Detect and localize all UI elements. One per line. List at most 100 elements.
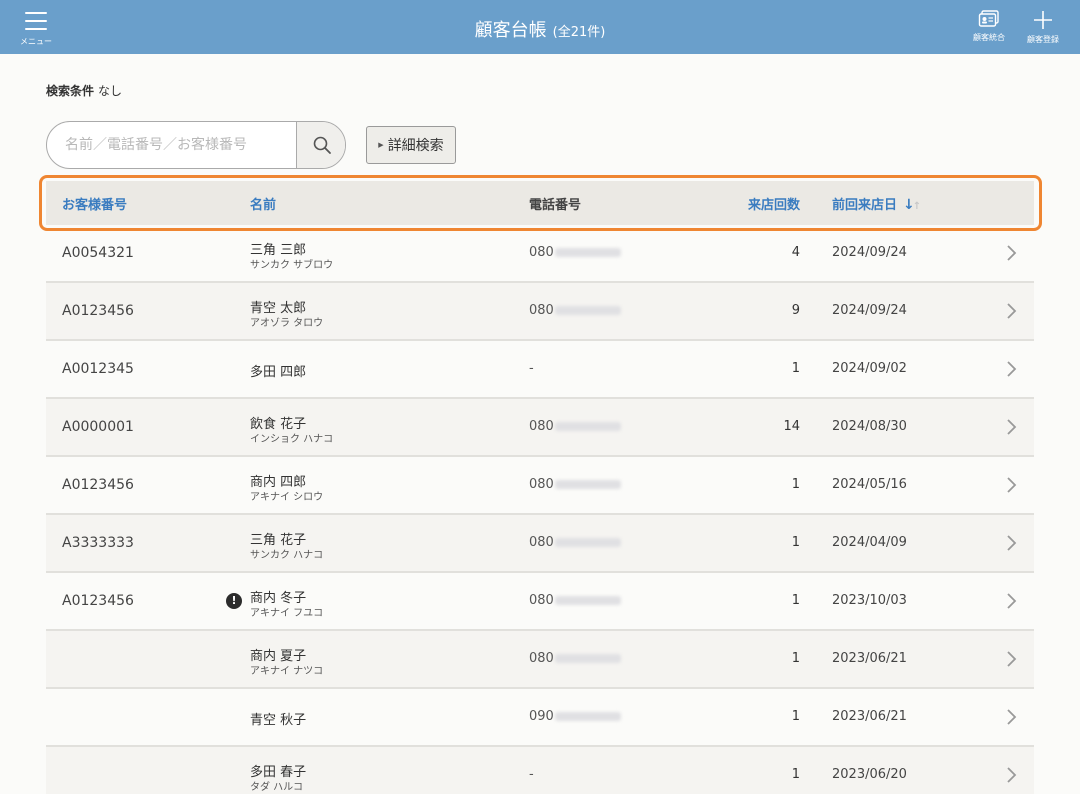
- customer-id: A0054321: [62, 245, 134, 261]
- customer-name-kana: アキナイ シロウ: [250, 492, 324, 503]
- search-box: [46, 121, 346, 169]
- column-header-last-visit-label: 前回来店日: [832, 198, 898, 213]
- customer-phone: 080: [529, 477, 621, 492]
- visit-count: 1: [791, 593, 800, 608]
- table-row[interactable]: 多田 春子 タダ ハルコ -1 2023/06/20: [46, 747, 1034, 794]
- customer-phone: 080: [529, 245, 621, 260]
- phone-prefix: 080: [529, 303, 554, 318]
- last-visit-date: 2024/04/09: [832, 535, 907, 550]
- search-condition-value: なし: [98, 84, 123, 98]
- customer-name-kana: サンカク ハナコ: [250, 550, 324, 561]
- chevron-right-icon: [1007, 303, 1017, 319]
- phone-redacted: [554, 480, 621, 489]
- table-row[interactable]: A0054321 三角 三郎 サンカク サブロウ 080 4 2024/09/24: [46, 225, 1034, 283]
- phone-redacted: [554, 248, 621, 257]
- customer-phone: 080: [529, 419, 621, 434]
- last-visit-date: 2024/08/30: [832, 419, 907, 434]
- chevron-right-icon: [1007, 651, 1017, 667]
- customer-phone: 080: [529, 303, 621, 318]
- last-visit-date: 2024/09/24: [832, 245, 907, 260]
- customer-name-kana: タダ ハルコ: [250, 782, 303, 793]
- column-header-phone: 電話番号: [529, 198, 582, 213]
- visit-count: 14: [783, 419, 800, 434]
- table-header: お客様番号 名前 電話番号 来店回数 前回来店日 ↓↑: [46, 181, 1034, 225]
- phone-redacted: [554, 596, 621, 605]
- warning-icon: !: [226, 593, 242, 609]
- last-visit-date: 2023/10/03: [832, 593, 907, 608]
- phone-redacted: [554, 538, 621, 547]
- visit-count: 9: [791, 303, 800, 318]
- visit-count: 1: [791, 709, 800, 724]
- last-visit-date: 2023/06/21: [832, 709, 907, 724]
- search-icon: [313, 136, 331, 154]
- chevron-right-icon: [1007, 477, 1017, 493]
- advanced-search-label: 詳細検索: [387, 138, 444, 154]
- customer-name-kana: サンカク サブロウ: [250, 260, 334, 271]
- page-title-text: 顧客台帳: [474, 20, 547, 41]
- register-customer-button[interactable]: 顧客登録: [1020, 10, 1066, 48]
- last-visit-date: 2023/06/21: [832, 651, 907, 666]
- column-header-name[interactable]: 名前: [250, 194, 276, 213]
- customer-id: A0123456: [62, 477, 134, 493]
- merge-label: 顧客統合: [973, 33, 1005, 42]
- table-row[interactable]: 商内 夏子 アキナイ ナツコ 080 1 2023/06/21: [46, 631, 1034, 689]
- visit-count: 1: [791, 361, 800, 376]
- customer-id: A0123456: [62, 303, 134, 319]
- phone-redacted: [554, 422, 621, 431]
- id-card-icon: [978, 10, 999, 27]
- triangle-right-icon: ▶: [378, 141, 384, 149]
- last-visit-date: 2024/05/16: [832, 477, 907, 492]
- customer-count: (全21件): [552, 25, 606, 40]
- column-header-id[interactable]: お客様番号: [62, 194, 127, 213]
- table-row[interactable]: A0000001 飲食 花子 インショク ハナコ 080 14 2024/08/30: [46, 399, 1034, 457]
- last-visit-date: 2024/09/02: [832, 361, 907, 376]
- customer-name-kana: アキナイ フユコ: [250, 608, 324, 619]
- table-row[interactable]: A0123456 商内 四郎 アキナイ シロウ 080 1 2024/05/16: [46, 457, 1034, 515]
- phone-prefix: 080: [529, 245, 554, 260]
- phone-prefix: 080: [529, 535, 554, 550]
- phone-prefix: 090: [529, 709, 554, 724]
- top-bar: メニュー 顧客台帳 (全21件) 顧客統合 顧客登録: [0, 0, 1080, 54]
- chevron-right-icon: [1007, 535, 1017, 551]
- customer-phone: -: [529, 361, 534, 376]
- visit-count: 1: [791, 767, 800, 782]
- search-button[interactable]: [296, 122, 345, 168]
- visit-count: 1: [791, 477, 800, 492]
- search-input[interactable]: [47, 122, 297, 168]
- customer-phone: 080: [529, 593, 621, 608]
- chevron-right-icon: [1007, 767, 1017, 783]
- column-header-last-visit[interactable]: 前回来店日 ↓↑: [832, 194, 921, 213]
- phone-prefix: -: [529, 361, 534, 376]
- phone-prefix: 080: [529, 651, 554, 666]
- phone-prefix: 080: [529, 477, 554, 492]
- customer-name: 多田 四郎: [250, 365, 307, 380]
- customer-name: 青空 秋子: [250, 713, 307, 728]
- visit-count: 1: [791, 651, 800, 666]
- last-visit-date: 2023/06/20: [832, 767, 907, 782]
- merge-customers-button[interactable]: 顧客統合: [966, 10, 1012, 48]
- customer-phone: 080: [529, 535, 621, 550]
- chevron-right-icon: [1007, 361, 1017, 377]
- search-condition-label: 検索条件: [46, 84, 95, 98]
- chevron-right-icon: [1007, 245, 1017, 261]
- phone-prefix: 080: [529, 593, 554, 608]
- column-header-visits[interactable]: 来店回数: [706, 194, 800, 213]
- visit-count: 1: [791, 535, 800, 550]
- phone-redacted: [554, 654, 621, 663]
- customer-id: A0123456: [62, 593, 134, 609]
- phone-redacted: [554, 712, 621, 721]
- customer-name-kana: アオゾラ タロウ: [250, 318, 324, 329]
- customer-id: A0000001: [62, 419, 134, 435]
- table-row[interactable]: A0012345 多田 四郎 - 1 2024/09/02: [46, 341, 1034, 399]
- table-row[interactable]: 青空 秋子 090 1 2023/06/21: [46, 689, 1034, 747]
- visit-count: 4: [791, 245, 800, 260]
- table-row[interactable]: A0123456 青空 太郎 アオゾラ タロウ 080 9 2024/09/24: [46, 283, 1034, 341]
- chevron-right-icon: [1007, 709, 1017, 725]
- phone-prefix: -: [529, 767, 534, 782]
- chevron-right-icon: [1007, 419, 1017, 435]
- advanced-search-button[interactable]: ▶ 詳細検索: [366, 126, 456, 164]
- register-label: 顧客登録: [1027, 35, 1059, 44]
- customer-id: A0012345: [62, 361, 134, 377]
- table-row[interactable]: A0123456! 商内 冬子 アキナイ フユコ 080 1 2023/10/03: [46, 573, 1034, 631]
- table-row[interactable]: A3333333 三角 花子 サンカク ハナコ 080 1 2024/04/09: [46, 515, 1034, 573]
